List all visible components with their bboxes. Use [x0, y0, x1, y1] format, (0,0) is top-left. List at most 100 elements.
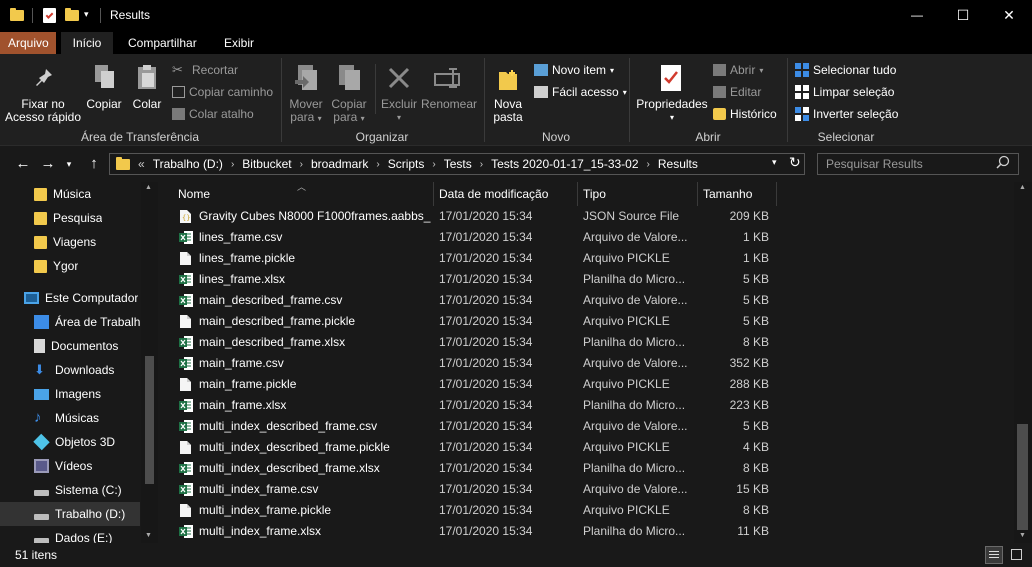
up-button[interactable]: ↑ — [83, 154, 105, 174]
edit-button[interactable]: Editar — [713, 85, 761, 99]
pin-to-quick-access-button[interactable]: Fixar no Acesso rápido — [4, 98, 82, 124]
easy-access-button[interactable]: Fácil acesso ▾ — [534, 85, 627, 99]
select-none-button[interactable]: Limpar seleção — [795, 85, 894, 99]
table-row[interactable]: main_frame.pickle 17/01/2020 15:34 Arquivo… — [158, 374, 778, 395]
sidebar-item[interactable]: Área de Trabalho — [0, 310, 140, 334]
sidebar-item[interactable]: Viagens — [0, 230, 140, 254]
tab-share[interactable]: Compartilhar — [120, 32, 205, 54]
search-input[interactable]: Pesquisar Results — [817, 153, 1019, 175]
file-name: main_described_frame.xlsx — [199, 335, 346, 349]
sidebar-item[interactable]: Documentos — [0, 334, 140, 358]
sidebar-item[interactable]: Objetos 3D — [0, 430, 140, 454]
column-header-type[interactable]: Tipo — [577, 182, 697, 206]
chevron-right-icon[interactable]: › — [298, 159, 305, 170]
sidebar-item[interactable]: Trabalho (D:) — [0, 502, 140, 526]
sidebar-item[interactable]: Vídeos — [0, 454, 140, 478]
maximize-button[interactable]: ☐ — [940, 0, 986, 32]
properties-quick-icon[interactable] — [43, 8, 56, 23]
divider — [484, 58, 485, 142]
tab-file[interactable]: Arquivo — [0, 32, 56, 54]
paste-button[interactable]: Colar — [128, 98, 166, 111]
sidebar-item[interactable]: ⬇ Downloads — [0, 358, 140, 382]
sidebar-item[interactable]: Imagens — [0, 382, 140, 406]
file-list-scrollbar-thumb[interactable] — [1017, 424, 1028, 530]
chevron-right-icon[interactable]: › — [229, 159, 236, 170]
copy-to-button[interactable]: Copiar para ▾ — [329, 98, 369, 125]
nav-scrollbar-thumb[interactable] — [145, 356, 154, 484]
column-header-name[interactable]: Nome — [172, 182, 434, 206]
sidebar-item[interactable]: Dados (E:) — [0, 526, 140, 543]
breadcrumb-item[interactable]: Scripts — [382, 157, 431, 171]
sidebar-item[interactable]: Pesquisa — [0, 206, 140, 230]
new-folder-quick-icon[interactable] — [65, 8, 79, 21]
breadcrumb-item[interactable]: Bitbucket — [236, 157, 297, 171]
close-button[interactable]: ✕ — [986, 0, 1032, 32]
address-dropdown-icon[interactable]: ▾ — [772, 157, 777, 168]
refresh-icon[interactable]: ↻ — [789, 154, 801, 171]
breadcrumb-item[interactable]: Tests — [438, 157, 478, 171]
customize-quick-access-icon[interactable]: ▾ — [84, 9, 89, 20]
table-row[interactable]: multi_index_described_frame.xlsx 17/01/20… — [158, 458, 778, 479]
sidebar-item[interactable]: Música — [0, 182, 140, 206]
table-row[interactable]: multi_index_described_frame.csv 17/01/202… — [158, 416, 778, 437]
new-folder-button[interactable]: Nova pasta — [488, 98, 528, 124]
properties-button[interactable]: Propriedades ▾ — [634, 98, 710, 124]
breadcrumb-item[interactable]: Trabalho (D:) — [147, 157, 229, 171]
new-item-button[interactable]: Novo item ▾ — [534, 63, 614, 77]
history-button[interactable]: Histórico — [713, 107, 777, 121]
table-row[interactable]: main_frame.xlsx 17/01/2020 15:34 Planilha … — [158, 395, 778, 416]
sidebar-item[interactable]: ♪ Músicas — [0, 406, 140, 430]
table-row[interactable]: lines_frame.pickle 17/01/2020 15:34 Arquiv… — [158, 248, 778, 269]
chevron-right-icon[interactable]: › — [430, 159, 437, 170]
breadcrumb-item[interactable]: Results — [652, 157, 704, 171]
column-header-modified[interactable]: Data de modificação — [433, 182, 577, 206]
table-row[interactable]: multi_index_frame.csv 17/01/2020 15:34 Arq… — [158, 479, 778, 500]
table-row[interactable]: main_frame.csv 17/01/2020 15:34 Arquivo de… — [158, 353, 778, 374]
table-row[interactable]: {} Gravity Cubes N8000 F1000frames.aabbs_… — [158, 206, 778, 227]
sidebar-item[interactable]: Ygor — [0, 254, 140, 278]
copy-button[interactable]: Copiar — [84, 98, 124, 111]
tab-home[interactable]: Início — [61, 32, 113, 54]
tab-view[interactable]: Exibir — [216, 32, 262, 54]
breadcrumb-item[interactable]: broadmark — [305, 157, 374, 171]
copy-path-button[interactable]: Copiar caminho — [172, 85, 273, 99]
file-modified: 17/01/2020 15:34 — [439, 482, 533, 496]
rename-button[interactable]: Renomear — [420, 98, 478, 111]
select-all-button[interactable]: Selecionar tudo — [795, 63, 896, 77]
table-row[interactable]: multi_index_described_frame.pickle 17/01/… — [158, 437, 778, 458]
breadcrumb-item[interactable]: Tests 2020-01-17_15-33-02 — [485, 157, 644, 171]
chevron-right-icon[interactable]: › — [645, 159, 652, 170]
open-button[interactable]: Abrir ▾ — [713, 63, 763, 77]
chevron-right-icon[interactable]: › — [374, 159, 381, 170]
table-row[interactable]: multi_index_frame.xlsx 17/01/2020 15:34 Pl… — [158, 521, 778, 542]
table-row[interactable]: main_described_frame.xlsx 17/01/2020 15:3… — [158, 332, 778, 353]
copy-to-icon — [337, 64, 363, 95]
nav-scroll-down-icon[interactable]: ▼ — [145, 532, 152, 539]
address-bar[interactable]: « Trabalho (D:) › Bitbucket › broadmark › S… — [109, 153, 805, 175]
chevron-right-icon[interactable]: › — [478, 159, 485, 170]
table-row[interactable]: main_described_frame.pickle 17/01/2020 15… — [158, 311, 778, 332]
scroll-up-icon[interactable]: ▲ — [1019, 184, 1026, 191]
delete-button[interactable]: Excluir ▾ — [378, 98, 420, 124]
paste-shortcut-button[interactable]: Colar atalho — [172, 107, 254, 121]
forward-button[interactable]: → — [37, 154, 59, 174]
large-icons-view-button[interactable] — [1008, 546, 1026, 564]
table-row[interactable]: multi_index_frame.pickle 17/01/2020 15:34… — [158, 500, 778, 521]
column-header-size[interactable]: Tamanho — [697, 182, 777, 206]
scroll-down-icon[interactable]: ▼ — [1019, 532, 1026, 539]
back-button[interactable]: ← — [12, 154, 34, 174]
sidebar-item[interactable]: Este Computador — [0, 286, 140, 310]
sidebar-item[interactable]: Sistema (C:) — [0, 478, 140, 502]
file-name: main_described_frame.pickle — [199, 314, 356, 328]
details-view-button[interactable] — [985, 546, 1003, 564]
nav-scroll-up-icon[interactable]: ▲ — [145, 184, 152, 191]
table-row[interactable]: lines_frame.csv 17/01/2020 15:34 Arquivo d… — [158, 227, 778, 248]
cut-button[interactable]: ✂ Recortar — [172, 63, 238, 78]
move-to-button[interactable]: Mover para ▾ — [286, 98, 326, 125]
overflow-crumbs[interactable]: « — [136, 157, 147, 171]
invert-selection-button[interactable]: Inverter seleção — [795, 107, 898, 121]
minimize-button[interactable]: — — [894, 0, 940, 32]
table-row[interactable]: lines_frame.xlsx 17/01/2020 15:34 Planilha… — [158, 269, 778, 290]
recent-locations-icon[interactable]: ▾ — [62, 154, 76, 174]
table-row[interactable]: main_described_frame.csv 17/01/2020 15:34… — [158, 290, 778, 311]
